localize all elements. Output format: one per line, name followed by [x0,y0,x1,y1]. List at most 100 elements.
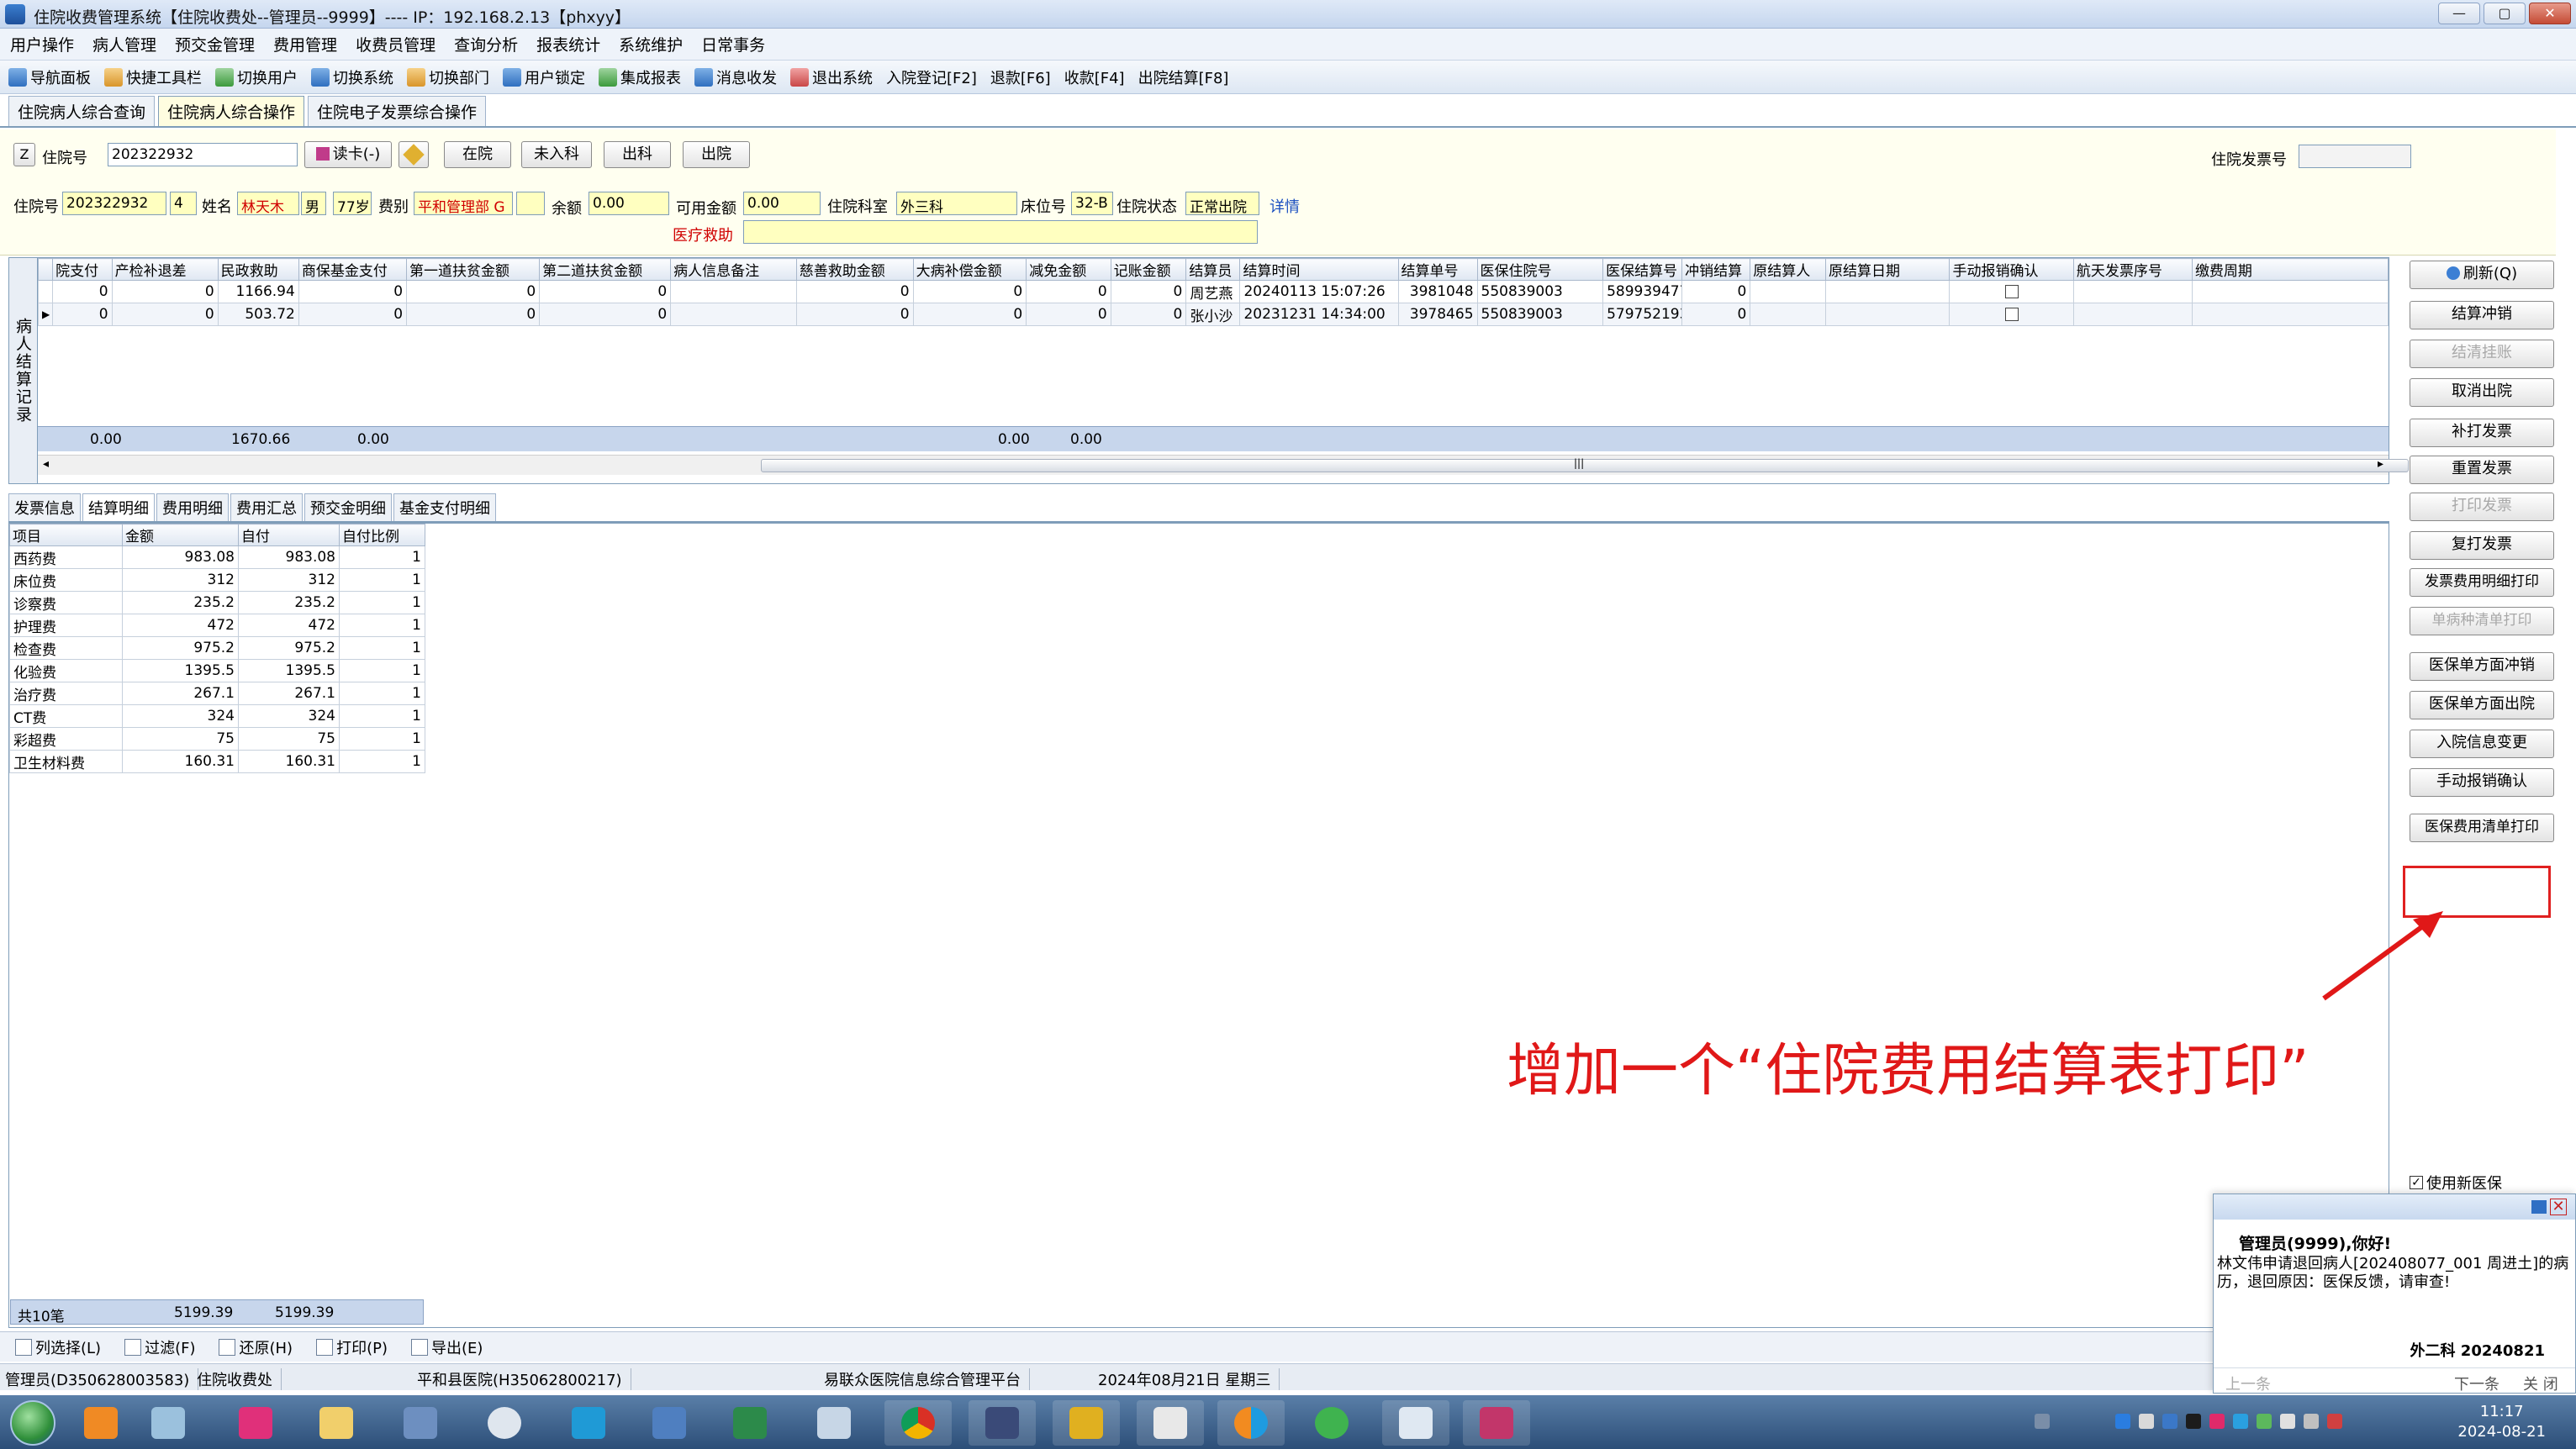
popup-close-icon[interactable]: ✕ [2550,1199,2567,1215]
use-new-insurance-checkbox[interactable]: ✓ [2410,1176,2423,1189]
tab-patient-ops[interactable]: 住院病人综合操作 [158,96,305,126]
taskbar-app-blue[interactable] [555,1400,622,1446]
cancel-discharge-button[interactable]: 取消出院 [2410,378,2554,407]
toolbar-switch-user[interactable]: 切换用户 [215,66,298,88]
taskbar-chrome[interactable] [884,1400,952,1446]
col-header[interactable]: 自付 [238,524,340,546]
reprint-invoice-button[interactable]: 补打发票 [2410,419,2554,447]
table-row[interactable]: 0 0 1166.94 0 0 0 0 0 0 0 周艺燕 20240113 1… [38,280,2389,303]
manual-confirm-checkbox[interactable] [2004,285,2019,298]
popup-prev-link[interactable]: 上一条 [2225,1373,2271,1394]
col-header[interactable]: 商保基金支付 [298,258,408,281]
clear-pending-button[interactable]: 结清挂账 [2410,340,2554,368]
table-row[interactable]: ▶ 0 0 503.72 0 0 0 0 0 0 0 张小沙 20231231 … [38,303,2389,326]
menu-fee-mgmt[interactable]: 费用管理 [273,33,337,55]
col-header[interactable]: 产检补退差 [111,258,219,281]
single-disease-list-print-button[interactable]: 单病种清单打印 [2410,607,2554,635]
invoice-fee-detail-print-button[interactable]: 发票费用明细打印 [2410,568,2554,597]
toolbar-nav-panel[interactable]: 导航面板 [8,66,91,88]
col-header[interactable]: 航天发票序号 [2072,258,2193,281]
toolbar-messages[interactable]: 消息收发 [694,66,777,88]
col-header[interactable]: 院支付 [52,258,113,281]
volume-icon[interactable] [2280,1414,2295,1429]
taskbar-car[interactable] [636,1400,703,1446]
toolbar-lock-user[interactable]: 用户锁定 [503,66,585,88]
detail-link[interactable]: 详情 [1270,195,1300,217]
menu-patient-mgmt[interactable]: 病人管理 [92,33,156,55]
insurance-unilateral-reverse-button[interactable]: 医保单方面冲销 [2410,652,2554,681]
admission-info-change-button[interactable]: 入院信息变更 [2410,730,2554,758]
col-header[interactable]: 原结算人 [1750,258,1827,281]
toolbar-collect[interactable]: 收款[F4] [1064,66,1125,88]
menu-system[interactable]: 系统维护 [619,33,683,55]
taskbar-clock[interactable]: 11:17 2024-08-21 [2457,1402,2546,1442]
keyboard-icon[interactable] [2035,1414,2050,1429]
tab-fee-summary[interactable]: 费用汇总 [230,493,303,521]
toolbar-reports[interactable]: 集成报表 [599,66,681,88]
col-header[interactable]: 大病补偿金额 [912,258,1027,281]
col-header[interactable]: 记账金额 [1110,258,1187,281]
table-row[interactable]: 西药费 983.08 983.08 1 [9,545,425,569]
tab-fee-detail[interactable]: 费用明细 [156,493,229,521]
col-header[interactable]: 第一道扶贫金额 [406,258,541,281]
table-row[interactable]: 床位费 312 312 1 [9,568,425,592]
col-header[interactable]: 缴费周期 [2191,258,2389,281]
taskbar-app-pink[interactable] [222,1400,289,1446]
toolbar-switch-dept[interactable]: 切换部门 [407,66,489,88]
tray-app-icon[interactable] [2162,1414,2177,1429]
taskbar-his[interactable] [1217,1400,1285,1446]
settle-reverse-button[interactable]: 结算冲销 [2410,301,2554,329]
scroll-left-icon[interactable]: ◂ [43,457,49,471]
col-header[interactable]: 金额 [122,524,239,546]
print-invoice-button[interactable]: 打印发票 [2410,493,2554,521]
menu-cashier-mgmt[interactable]: 收费员管理 [356,33,435,55]
col-header[interactable]: 结算员 [1185,258,1241,281]
admission-input[interactable]: 202322932 [108,143,298,166]
col-header[interactable]: 减免金额 [1026,258,1111,281]
tray-app-icon[interactable] [2139,1414,2154,1429]
refresh-button[interactable]: 刷新(Q) [2410,261,2554,289]
col-header[interactable]: 民政救助 [217,258,299,281]
taskbar-window[interactable] [1382,1400,1449,1446]
insurance-fee-list-print-button[interactable]: 医保费用清单打印 [2410,814,2554,842]
tab-fund-payment[interactable]: 基金支付明细 [393,493,496,521]
taskbar-remote[interactable] [387,1400,454,1446]
tray-app-icon[interactable] [2257,1414,2272,1429]
popup-minimize-icon[interactable] [2531,1200,2547,1214]
scroll-right-icon[interactable]: ▸ [2378,457,2383,471]
taskbar-image[interactable] [800,1400,868,1446]
col-header[interactable]: 冲销结算 [1681,258,1751,281]
taskbar-target[interactable] [471,1400,538,1446]
not-admitted-button[interactable]: 未入科 [521,141,592,168]
toolbar-quick-tools[interactable]: 快捷工具栏 [104,66,202,88]
taskbar-sql-mgr[interactable] [1053,1400,1120,1446]
taskbar-ie[interactable] [1298,1400,1365,1446]
taskbar-app-tool[interactable] [135,1400,202,1446]
tray-app-icon[interactable] [2186,1414,2201,1429]
col-header[interactable]: 慈善救助金额 [795,258,914,281]
menu-reports[interactable]: 报表统计 [536,33,600,55]
close-button[interactable]: ✕ [2529,3,2571,24]
col-header[interactable]: 自付比例 [339,524,425,546]
horizontal-scrollbar[interactable]: ◂ ||| ▸ [38,455,2409,475]
network-icon[interactable] [2304,1414,2319,1429]
manual-reimburse-confirm-button[interactable]: 手动报销确认 [2410,768,2554,797]
tab-settlement-detail[interactable]: 结算明细 [82,493,155,521]
out-dept-button[interactable]: 出科 [604,141,671,168]
print-button[interactable]: 打印(P) [316,1336,388,1358]
tab-e-invoice-ops[interactable]: 住院电子发票综合操作 [308,96,487,126]
taskbar-app-star[interactable] [67,1400,135,1446]
table-row[interactable]: 治疗费 267.1 267.1 1 [9,682,425,705]
col-header[interactable]: 项目 [9,524,123,546]
tray-app-icon[interactable] [2233,1414,2248,1429]
start-button[interactable] [10,1400,55,1446]
toolbar-exit[interactable]: 退出系统 [790,66,873,88]
scroll-thumb[interactable]: ||| [761,457,2409,472]
popup-next-link[interactable]: 下一条 [2454,1373,2499,1394]
taskbar-db[interactable] [1463,1400,1530,1446]
menu-user-ops[interactable]: 用户操作 [10,33,74,55]
tab-patient-query[interactable]: 住院病人综合查询 [8,96,156,126]
col-header[interactable]: 医保结算号 [1602,258,1683,281]
tray-app-icon[interactable] [2115,1414,2130,1429]
tab-invoice-info[interactable]: 发票信息 [8,493,81,521]
